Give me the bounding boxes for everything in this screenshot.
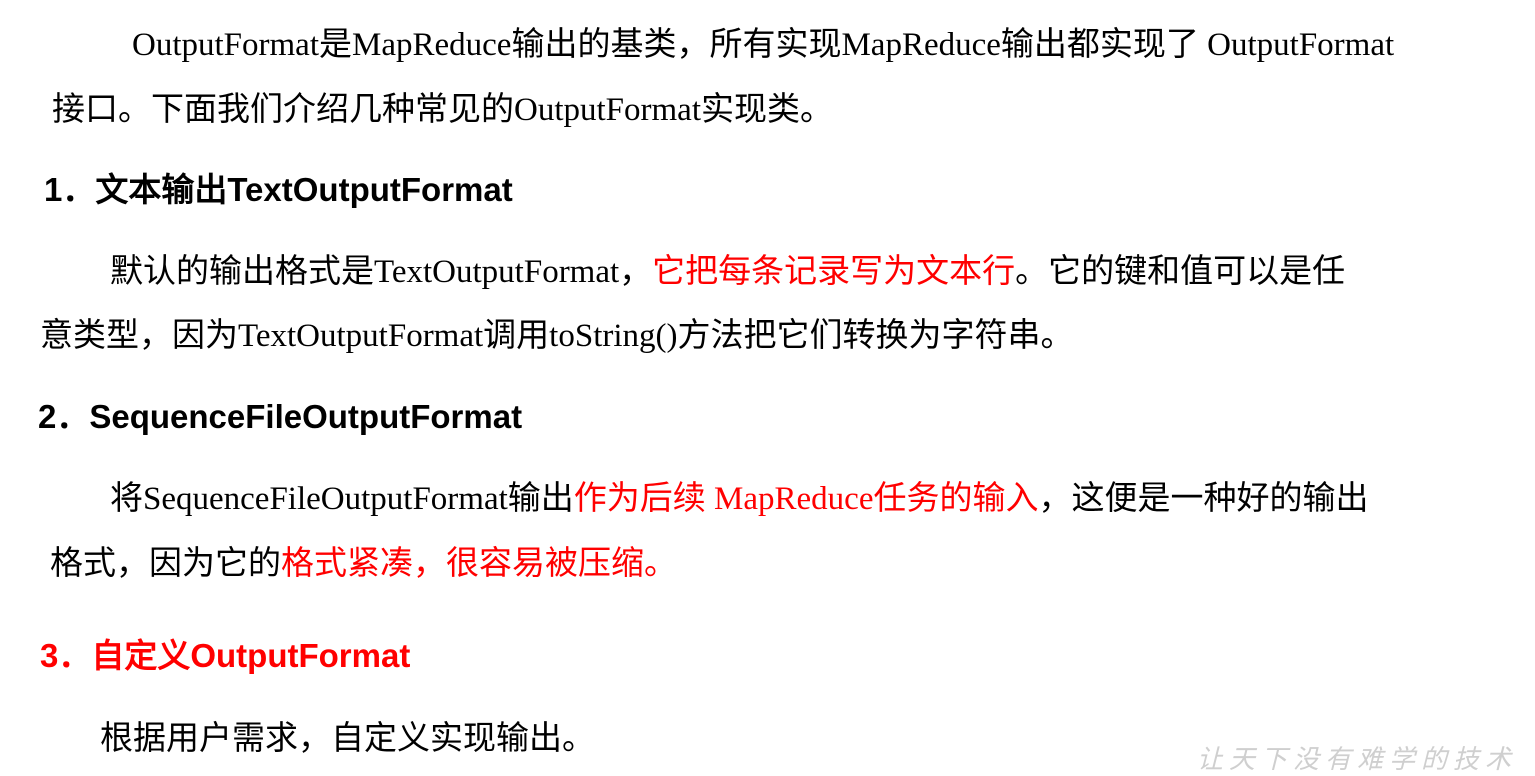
intro-text: OutputFormat bbox=[132, 27, 319, 63]
watermark-text: 让天下没有难学的技术 bbox=[1196, 745, 1517, 775]
body-text: 默认的输出格式是 bbox=[110, 252, 374, 289]
body-text: 意类型，因为 bbox=[40, 316, 238, 353]
intro-text: 接口。下面我们介绍几种常见的 bbox=[52, 90, 514, 127]
section-2-line-1: 将SequenceFileOutputFormat输出作为后续 MapReduc… bbox=[110, 478, 1368, 519]
intro-text: 输出的基类，所有实现 bbox=[511, 25, 842, 62]
intro-text: 输出都实现了 bbox=[1000, 25, 1199, 62]
intro-line-1: OutputFormat是MapReduce输出的基类，所有实现MapReduc… bbox=[132, 24, 1394, 65]
highlight-text: 格式紧凑，很容易被压缩。 bbox=[281, 544, 677, 581]
body-text: ， bbox=[619, 252, 653, 289]
intro-text: OutputFormat bbox=[1198, 27, 1395, 63]
section-2-line-2: 格式，因为它的格式紧凑，很容易被压缩。 bbox=[50, 543, 677, 584]
body-text: ，这便是一种好的输出 bbox=[1038, 479, 1369, 516]
body-text: 输出 bbox=[507, 479, 574, 516]
body-text: 。它的键和值可以是任 bbox=[1015, 252, 1346, 289]
intro-line-2: 接口。下面我们介绍几种常见的OutputFormat实现类。 bbox=[52, 89, 833, 130]
intro-text: 实现类。 bbox=[701, 90, 833, 127]
highlight-text: 它把每条记录写为文本行 bbox=[652, 252, 1016, 289]
intro-text: MapReduce bbox=[841, 27, 1001, 63]
section-3-heading: 3．自定义OutputFormat bbox=[40, 637, 411, 674]
body-text: 格式，因为它的 bbox=[50, 544, 281, 581]
section-1-line-2: 意类型，因为TextOutputFormat调用toString()方法把它们转… bbox=[40, 315, 1074, 356]
section-2-heading: 2．SequenceFileOutputFormat bbox=[38, 398, 523, 435]
intro-text: MapReduce bbox=[352, 27, 512, 63]
body-text: 方法把它们转换为字符串。 bbox=[677, 316, 1074, 353]
section-1-line-1: 默认的输出格式是TextOutputFormat，它把每条记录写为文本行。它的键… bbox=[110, 251, 1345, 292]
intro-text: 是 bbox=[319, 25, 352, 62]
body-text: SequenceFileOutputFormat bbox=[143, 481, 508, 517]
body-text: 根据用户需求，自定义实现输出。 bbox=[100, 719, 595, 756]
section-1-heading: 1．文本输出TextOutputFormat bbox=[44, 171, 513, 208]
document-page: OutputFormat是MapReduce输出的基类，所有实现MapReduc… bbox=[0, 0, 1535, 775]
body-text: 将 bbox=[110, 479, 143, 516]
highlight-text: 任务的输入 bbox=[873, 479, 1039, 516]
highlight-text: 作为后续 bbox=[573, 479, 706, 516]
highlight-text: MapReduce bbox=[705, 481, 874, 517]
intro-text: OutputFormat bbox=[514, 92, 701, 128]
section-3-line-1: 根据用户需求，自定义实现输出。 bbox=[100, 718, 595, 759]
body-text: TextOutputFormat bbox=[238, 318, 484, 354]
body-text: 调用 bbox=[483, 316, 550, 353]
body-text: toString() bbox=[549, 318, 678, 354]
body-text: TextOutputFormat bbox=[374, 254, 620, 290]
